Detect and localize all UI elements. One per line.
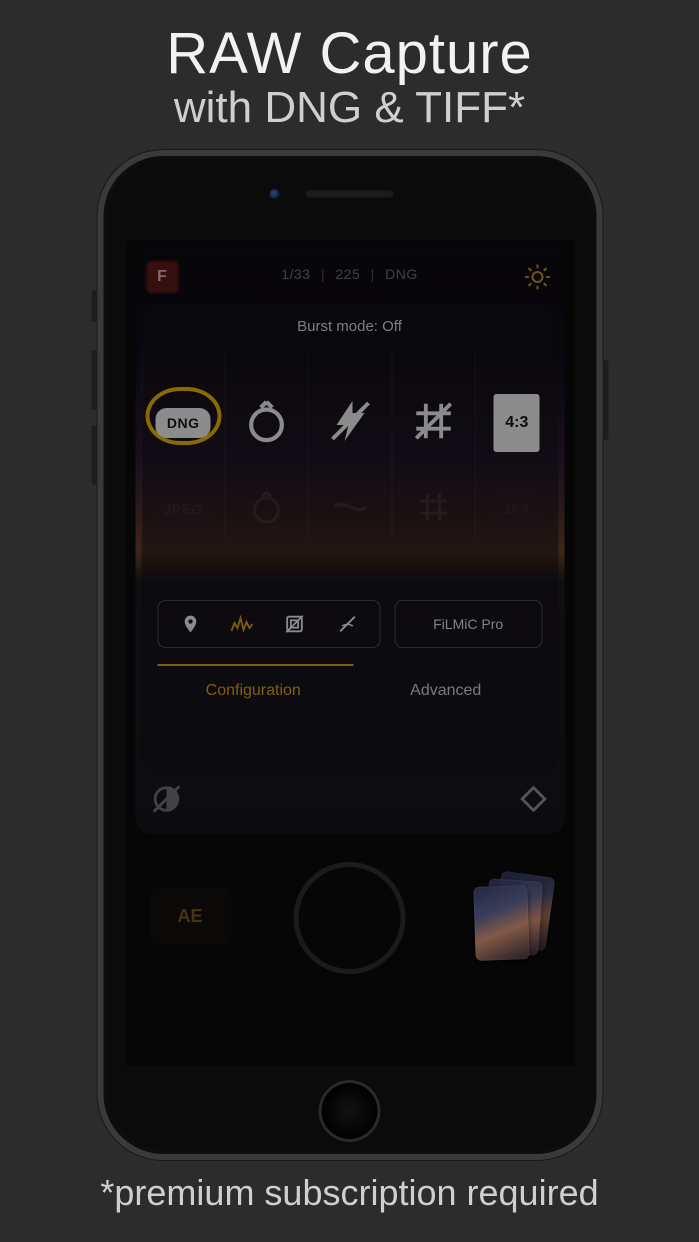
promo-footnote: *premium subscription required: [0, 1172, 699, 1214]
settings-panel: Burst mode: Off DNG JPEG: [141, 304, 558, 770]
flash-column[interactable]: [308, 349, 391, 539]
separator: |: [365, 266, 381, 282]
grid-off-icon: [410, 398, 456, 449]
settings-gear-icon[interactable]: [520, 260, 554, 294]
capture-info: 1/33 | 225 | DNG: [135, 266, 564, 282]
focus-icon[interactable]: [516, 782, 550, 821]
volume-up-button: [91, 350, 97, 410]
power-button: [602, 360, 608, 440]
ratio-16-9[interactable]: 16:9: [491, 492, 543, 526]
filmic-pro-button[interactable]: FiLMiC Pro: [394, 600, 542, 648]
proximity-sensor: [269, 189, 279, 199]
timer-column[interactable]: [224, 349, 307, 539]
tab-advanced[interactable]: Advanced: [350, 682, 543, 722]
ratio-4-3[interactable]: 4:3: [494, 394, 540, 452]
timer-icon: [249, 489, 285, 530]
format-dng-pill[interactable]: DNG: [156, 408, 211, 438]
phone-screen: F 1/33 | 225 | DNG: [125, 240, 574, 1066]
ratio-column[interactable]: 4:3 16:9: [475, 349, 558, 539]
camera-viewport: F 1/33 | 225 | DNG: [135, 246, 564, 834]
timer-icon: [244, 398, 290, 449]
burst-mode-label: Burst mode: Off: [141, 304, 558, 341]
shutter-speed-label: 1/33: [281, 266, 310, 282]
ae-lock-button[interactable]: AE: [149, 888, 231, 944]
volume-down-button: [91, 425, 97, 485]
promo-subtitle: with DNG & TIFF*: [0, 83, 699, 133]
overlay-off-icon[interactable]: [282, 611, 308, 637]
tab-configuration[interactable]: Configuration: [157, 682, 350, 722]
flash-auto-icon: [331, 492, 369, 527]
phone-frame: F 1/33 | 225 | DNG: [97, 150, 602, 1160]
format-jpeg-pill[interactable]: JPEG: [153, 494, 214, 524]
home-button: [319, 1080, 381, 1142]
histogram-icon[interactable]: [229, 611, 255, 637]
promo-title: RAW Capture: [0, 0, 699, 87]
capture-controls: AE: [125, 840, 574, 1066]
format-label: DNG: [385, 266, 418, 282]
grid-column[interactable]: [391, 349, 474, 539]
gallery-card-icon: [473, 885, 530, 961]
mute-switch: [91, 290, 97, 322]
separator: |: [315, 266, 331, 282]
grid-icon: [415, 489, 451, 530]
white-balance-off-icon[interactable]: [149, 782, 183, 821]
settings-wheel[interactable]: DNG JPEG: [141, 349, 558, 539]
stabilize-off-icon[interactable]: [334, 611, 360, 637]
tool-group: [157, 600, 380, 648]
top-bar: F 1/33 | 225 | DNG: [135, 252, 564, 300]
earpiece-speaker: [305, 190, 395, 198]
format-column[interactable]: DNG JPEG: [141, 349, 224, 539]
gallery-thumbnail[interactable]: [466, 874, 550, 964]
flash-off-icon: [326, 397, 374, 450]
shutter-button[interactable]: [294, 862, 406, 974]
iso-label: 225: [335, 266, 360, 282]
tab-underline: [157, 664, 353, 666]
location-icon[interactable]: [177, 611, 203, 637]
